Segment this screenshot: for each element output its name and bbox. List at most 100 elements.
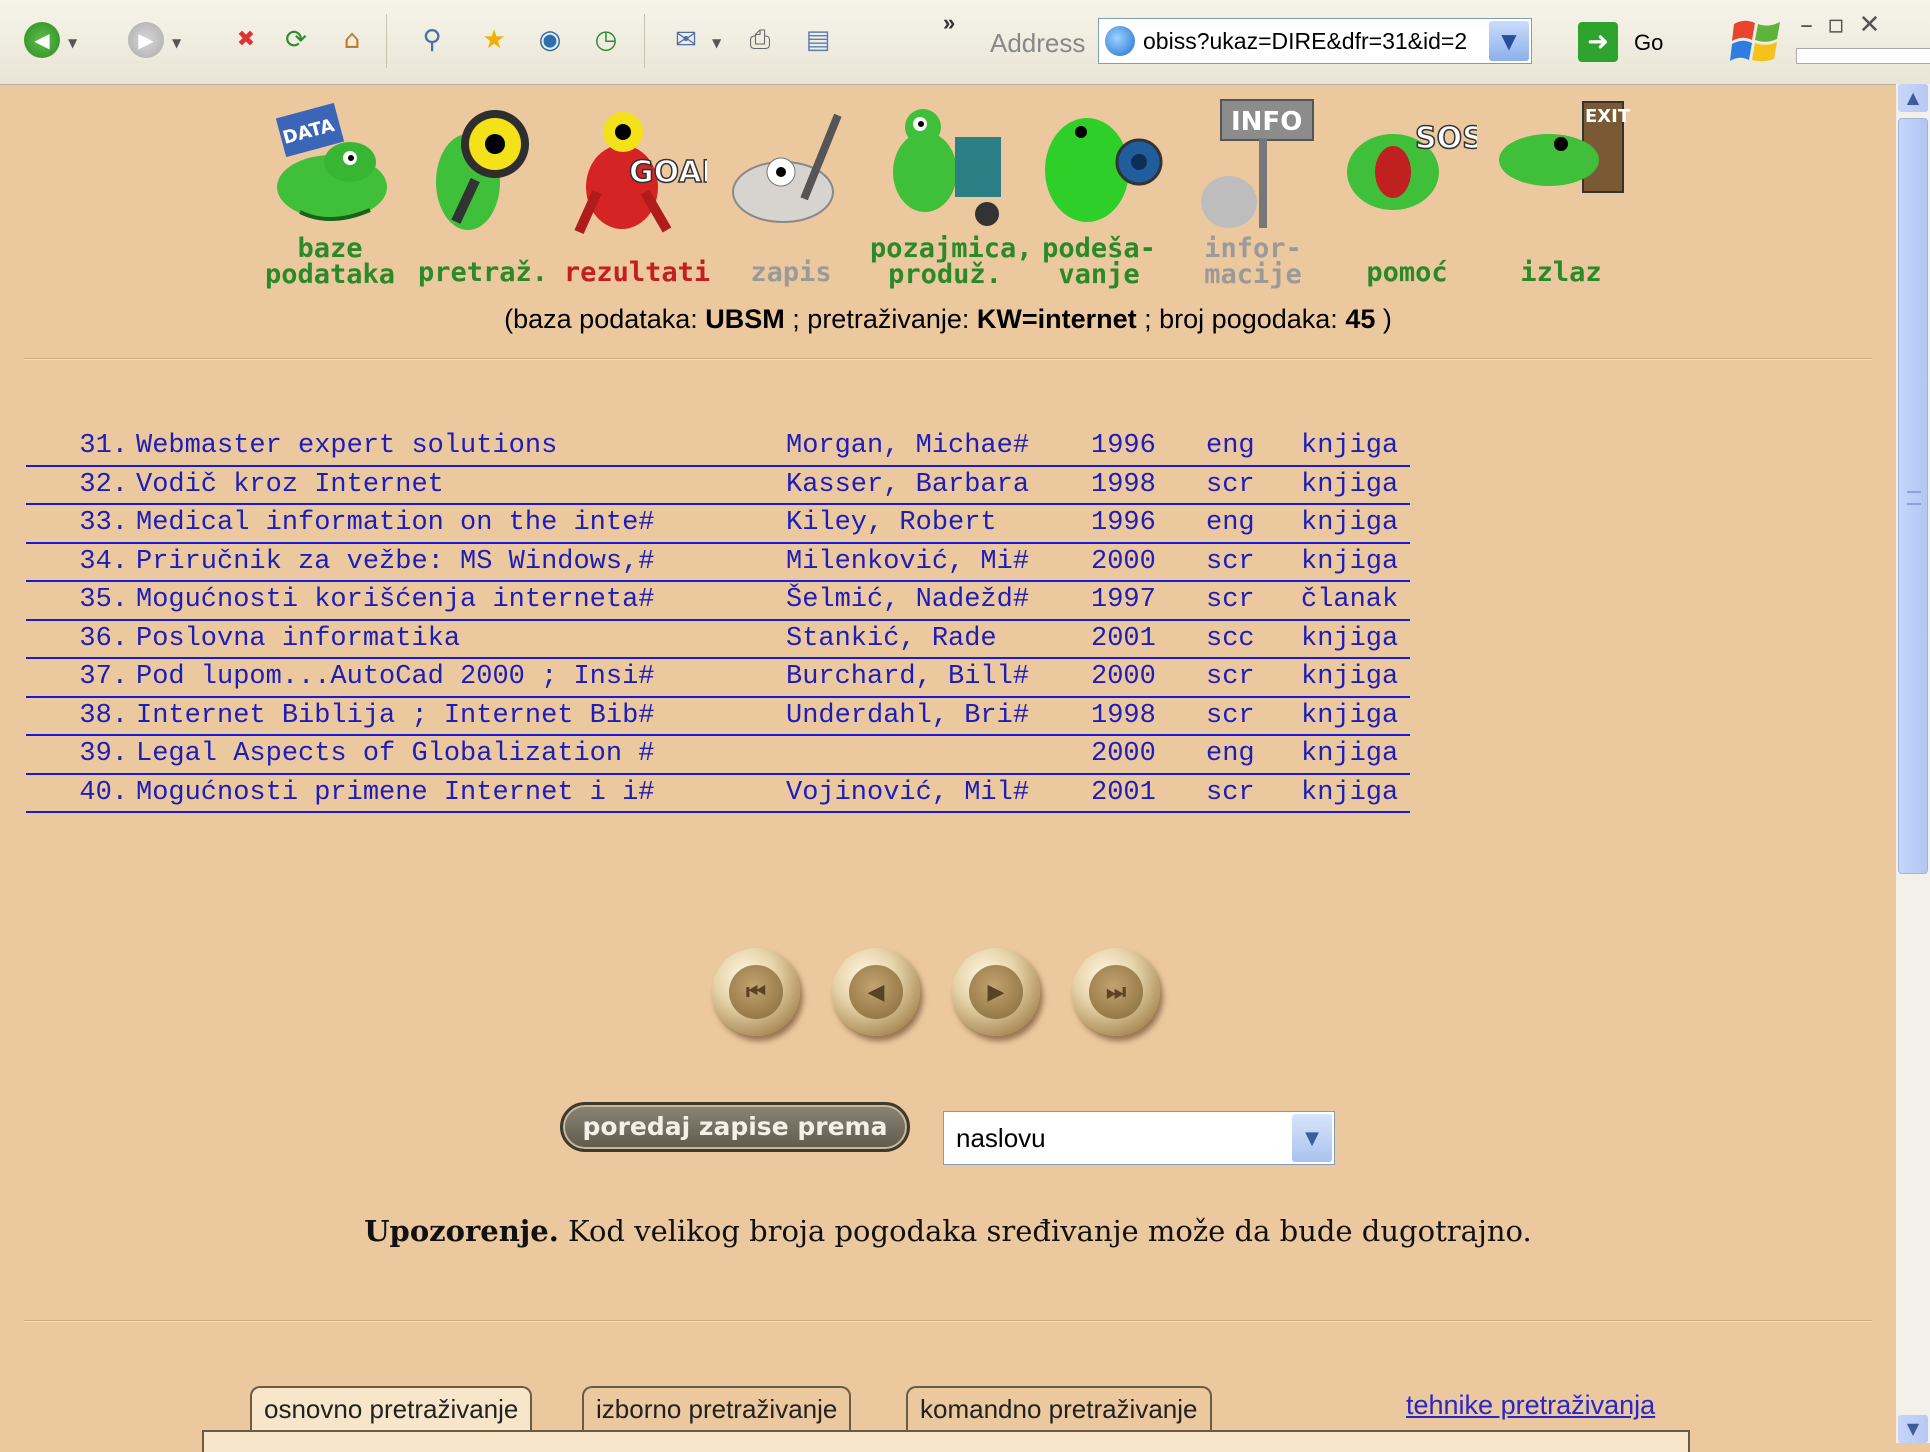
divider: [24, 1320, 1872, 1322]
nav-label: pretraž.: [417, 257, 549, 288]
tab-osnovno-pretrazivanje[interactable]: osnovno pretraživanje: [250, 1386, 533, 1432]
result-row[interactable]: 34. Priručnik za vežbe: MS Windows,# Milen…: [26, 544, 1410, 582]
result-row[interactable]: 35. Mogućnosti korišćenja interneta# Šelmi…: [26, 582, 1410, 621]
tab-izborno-pretrazivanje[interactable]: izborno pretraživanje: [582, 1386, 852, 1432]
nav-podesavanje[interactable]: podeša- vanje: [1024, 92, 1174, 288]
window-progress: [1796, 48, 1930, 64]
warning-message: Kod velikog broja pogodaka sređivanje mo…: [558, 1214, 1532, 1248]
loan-frog-icon: [893, 109, 1001, 226]
summary-suffix: ): [1375, 304, 1392, 334]
svg-text:GOAL: GOAL: [629, 155, 707, 190]
search-icon[interactable]: ⚲: [414, 22, 450, 58]
divider: [24, 358, 1872, 360]
nav-label: rezultati: [563, 257, 711, 288]
nav-baze-podataka[interactable]: DATA baze podataka: [255, 92, 405, 288]
print-icon[interactable]: ⎙: [742, 22, 778, 58]
database-frog-icon: DATA: [275, 102, 387, 222]
result-row[interactable]: 31. Webmaster expert solutions Morgan, Mic…: [26, 428, 1410, 467]
go-arrow-icon[interactable]: ➜: [1578, 22, 1618, 62]
result-row[interactable]: 39. Legal Aspects of Globalization #2000 e…: [26, 736, 1410, 775]
windows-logo-icon: [1730, 20, 1780, 62]
settings-frog-icon: [1045, 118, 1163, 222]
forward-dropdown-icon[interactable]: ▼: [172, 36, 181, 50]
back-icon[interactable]: ◀: [24, 22, 60, 58]
next-page-button[interactable]: ▶: [952, 948, 1040, 1036]
result-row[interactable]: 37. Pod lupom...AutoCad 2000 ; Insi# Burch…: [26, 659, 1410, 698]
toolbar-more-icon[interactable]: »: [943, 10, 955, 36]
stop-icon[interactable]: ✖: [228, 22, 264, 58]
nav-izlaz[interactable]: EXIT izlaz: [1486, 92, 1636, 286]
scroll-up-icon[interactable]: ▲: [1898, 84, 1928, 112]
go-button[interactable]: Go: [1634, 30, 1663, 56]
first-page-button[interactable]: ⏮: [712, 948, 800, 1036]
first-page-icon: ⏮: [729, 965, 783, 1019]
search-techniques-link[interactable]: tehnike pretraživanja: [1406, 1390, 1655, 1421]
svg-text:INFO: INFO: [1231, 107, 1302, 137]
nav-label: podeša- vanje: [1042, 233, 1156, 290]
warning-text: Upozorenje. Kod velikog broja pogodaka s…: [0, 1214, 1896, 1248]
results-list: 31. Webmaster expert solutions Morgan, Mic…: [26, 428, 1410, 813]
last-page-button[interactable]: ⏭: [1072, 948, 1160, 1036]
refresh-icon[interactable]: ⟳: [278, 22, 314, 58]
last-page-icon: ⏭: [1089, 965, 1143, 1019]
previous-page-icon: ◀: [849, 965, 903, 1019]
mail-icon[interactable]: ✉: [668, 22, 704, 58]
result-row[interactable]: 38. Internet Biblija ; Internet Bib# Under…: [26, 698, 1410, 736]
summary-db-value: UBSM: [705, 304, 785, 334]
forward-icon[interactable]: ▶: [128, 22, 164, 58]
window-controls[interactable]: –▫✕: [1800, 10, 1894, 40]
record-frog-icon: [732, 113, 842, 223]
vertical-scrollbar[interactable]: ▲ ▼: [1896, 84, 1930, 1443]
nav-label: zapis: [750, 257, 832, 288]
scroll-thumb[interactable]: [1898, 118, 1928, 874]
mail-dropdown-icon[interactable]: ▼: [712, 36, 721, 50]
goal-frog-icon: GOAL: [574, 112, 721, 235]
nav-pomoc[interactable]: SOS pomoć: [1332, 92, 1484, 286]
tab-komandno-pretrazivanje[interactable]: komandno pretraživanje: [906, 1386, 1212, 1432]
scroll-down-icon[interactable]: ▼: [1898, 1415, 1928, 1443]
result-row[interactable]: 33. Medical information on the inte# Kiley…: [26, 505, 1410, 544]
sort-selected-value: naslovu: [956, 1123, 1046, 1153]
nav-label: izlaz: [1520, 257, 1602, 288]
chevron-down-icon[interactable]: ▼: [1489, 21, 1529, 61]
summary-db-prefix: (baza podataka:: [504, 304, 706, 334]
search-summary: (baza podataka: UBSM ; pretraživanje: KW…: [0, 304, 1896, 335]
browser-toolbar: ◀ ▼ ▶ ▼ ✖ ⟳ ⌂ ⚲ ★ ◉ ◷ ✉ ▼ ⎙ ▤ » Address …: [0, 0, 1930, 85]
nav-label: pomoć: [1366, 257, 1448, 288]
previous-page-button[interactable]: ◀: [832, 948, 920, 1036]
address-label: Address: [990, 28, 1086, 58]
history-icon[interactable]: ◷: [588, 22, 624, 58]
chevron-down-icon[interactable]: ▼: [1292, 1114, 1332, 1162]
next-page-icon: ▶: [969, 965, 1023, 1019]
summary-search-value: KW=internet: [976, 304, 1137, 334]
nav-zapis[interactable]: zapis: [716, 92, 866, 286]
nav-pretraz[interactable]: pretraž.: [408, 92, 558, 286]
result-row[interactable]: 36. Poslovna informatika Stankić, Rade 2001…: [26, 621, 1410, 659]
address-url[interactable]: obiss?ukaz=DIRE&dfr=31&id=2: [1143, 28, 1467, 55]
favorites-icon[interactable]: ★: [476, 22, 512, 58]
search-frog-icon: [436, 110, 529, 230]
nav-informacije[interactable]: INFO infor- macije: [1178, 92, 1328, 288]
edit-icon[interactable]: ▤: [800, 22, 836, 58]
svg-text:EXIT: EXIT: [1585, 106, 1631, 127]
warning-label: Upozorenje.: [364, 1214, 559, 1248]
summary-hits-value: 45: [1345, 304, 1376, 334]
sort-by-select[interactable]: naslovu ▼: [943, 1111, 1335, 1165]
help-frog-icon: SOS: [1347, 120, 1484, 210]
summary-hits-prefix: ; broj pogodaka:: [1136, 304, 1346, 334]
result-row[interactable]: 40. Mogućnosti primene Internet i i# Vojin…: [26, 775, 1410, 813]
address-input[interactable]: obiss?ukaz=DIRE&dfr=31&id=2 ▼: [1098, 18, 1532, 64]
sort-records-button[interactable]: poredaj zapise prema: [560, 1102, 910, 1152]
media-icon[interactable]: ◉: [532, 22, 568, 58]
nav-rezultati[interactable]: GOAL rezultati: [562, 92, 721, 286]
nav-label: infor- macije: [1204, 233, 1302, 290]
svg-text:SOS: SOS: [1415, 121, 1477, 156]
back-dropdown-icon[interactable]: ▼: [68, 36, 77, 50]
summary-search-prefix: ; pretraživanje:: [784, 304, 977, 334]
nav-pozajmica[interactable]: pozajmica, produž.: [870, 92, 1033, 288]
search-panel: [202, 1432, 1690, 1452]
home-icon[interactable]: ⌂: [334, 22, 370, 58]
result-row[interactable]: 32. Vodič kroz Internet Kasser, Barbara 199…: [26, 467, 1410, 505]
exit-frog-icon: EXIT: [1499, 101, 1631, 193]
nav-label: baze podataka: [264, 233, 396, 290]
